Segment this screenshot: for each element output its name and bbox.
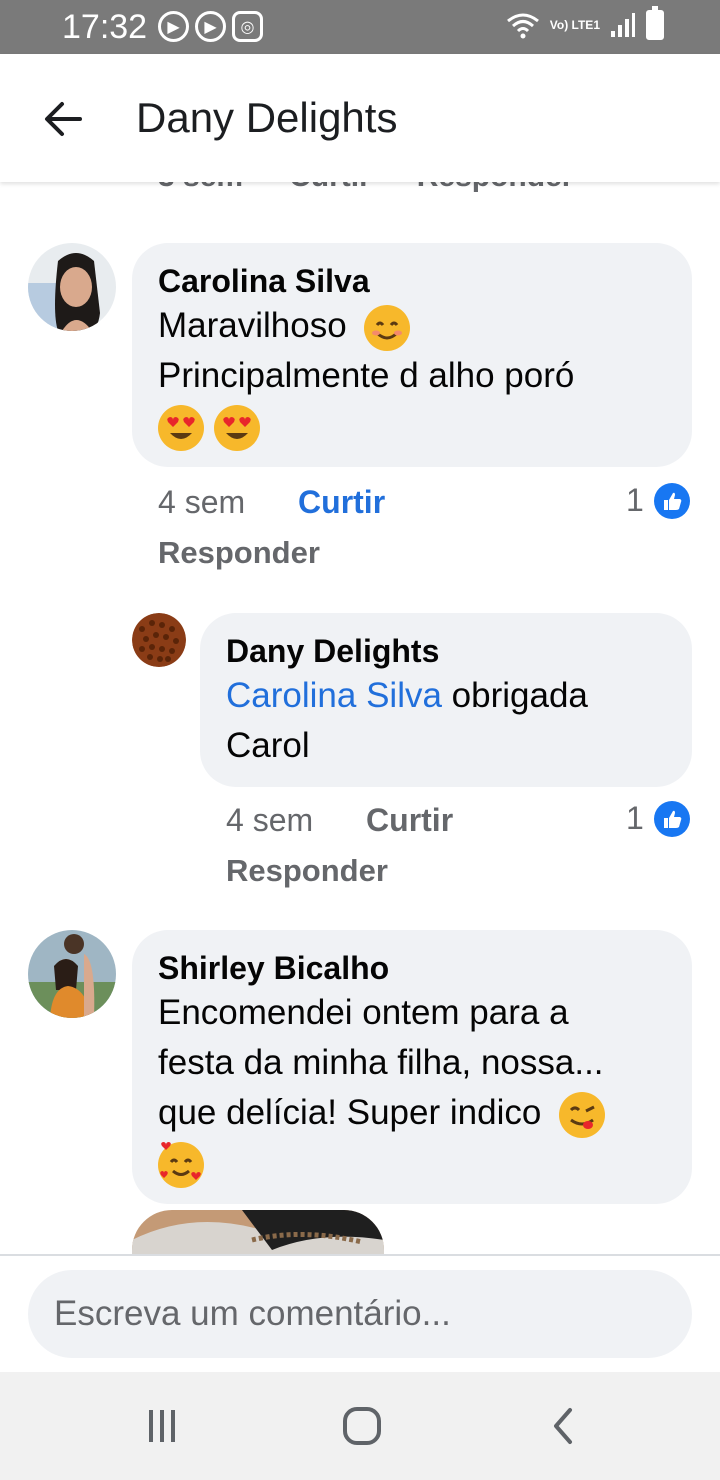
status-time: 17:32 <box>62 8 148 46</box>
comment-text-line: Carol <box>226 726 310 765</box>
back-button[interactable] <box>540 1402 588 1450</box>
network-type: Vo) LTE1 <box>549 18 600 32</box>
thumbs-up-icon <box>653 800 690 837</box>
comment-author[interactable]: Shirley Bicalho <box>158 948 666 988</box>
like-link[interactable]: Curtir <box>366 802 453 838</box>
status-bar: 17:32 ▶ ▶ ◎ Vo) LTE1 <box>0 0 720 54</box>
back-arrow-icon[interactable] <box>40 94 90 144</box>
comment-text-line: festa da minha filha, nossa... <box>158 1043 604 1082</box>
system-icons: Vo) LTE1 <box>506 6 664 40</box>
reply-link[interactable]: Responder <box>417 182 574 194</box>
reaction-summary[interactable]: 1 <box>626 800 690 837</box>
like-link[interactable]: Curtir <box>289 182 371 194</box>
comment-text-line: obrigada <box>441 676 588 715</box>
partial-comment-actions: 3 sem Curtir Responder <box>158 182 573 194</box>
heart-eyes-emoji <box>213 404 260 451</box>
home-icon <box>343 1407 381 1445</box>
recent-apps-icon <box>149 1410 175 1442</box>
comment-text-line: Principalmente d alho poró <box>158 356 575 395</box>
reaction-summary[interactable]: 1 <box>626 482 690 519</box>
back-chevron-icon <box>554 1408 572 1444</box>
reaction-count: 1 <box>626 800 644 836</box>
comment-author[interactable]: Carolina Silva <box>158 261 666 301</box>
avatar[interactable] <box>132 613 186 667</box>
reply-link[interactable]: Responder <box>158 535 320 571</box>
comment-composer <box>0 1254 720 1372</box>
reply-bubble[interactable]: Dany Delights Carolina Silva obrigada Ca… <box>200 613 692 787</box>
avatar[interactable] <box>28 930 116 1018</box>
wifi-icon <box>506 13 539 39</box>
mention-link[interactable]: Carolina Silva <box>226 676 442 715</box>
comment-text-line: que delícia! Super indico <box>158 1093 542 1132</box>
recent-apps-button[interactable] <box>138 1402 186 1450</box>
attached-photo[interactable] <box>132 1210 384 1254</box>
comment-text: Carolina Silva obrigada Carol <box>226 671 666 771</box>
comment-text-line: Encomendei ontem para a <box>158 993 569 1032</box>
play-notification-icon: ▶ <box>195 11 226 42</box>
comment-bubble[interactable]: Shirley Bicalho Encomendei ontem para a … <box>132 930 692 1204</box>
comment-input[interactable] <box>28 1270 692 1358</box>
comment-time: 4 sem <box>158 484 246 520</box>
like-link[interactable]: Curtir <box>298 484 385 520</box>
comment-text: Maravilhoso Principalmente d alho poró <box>158 301 666 451</box>
smiling-face-with-hearts-emoji <box>158 1141 204 1188</box>
avatar[interactable] <box>28 243 116 331</box>
comment-time: 4 sem <box>226 802 314 838</box>
notification-icons: ▶ ▶ ◎ <box>158 11 263 42</box>
reaction-count: 1 <box>626 482 644 518</box>
comment-time: 3 sem <box>158 182 243 194</box>
comment-bubble[interactable]: Carolina Silva Maravilhoso Principalment… <box>132 243 692 467</box>
system-nav-bar <box>0 1372 720 1480</box>
comment-text: Encomendei ontem para a festa da minha f… <box>158 988 666 1188</box>
comment-text-line: Maravilhoso <box>158 306 347 345</box>
comment-actions: 4 sem Curtir <box>158 484 385 521</box>
home-button[interactable] <box>338 1402 386 1450</box>
instagram-icon: ◎ <box>232 11 263 42</box>
reply-link[interactable]: Responder <box>226 853 388 889</box>
battery-icon <box>646 6 664 40</box>
comments-list[interactable]: 3 sem Curtir Responder Carolina Silva Ma… <box>0 182 720 1254</box>
signal-icon <box>611 13 635 37</box>
heart-eyes-emoji <box>158 404 204 451</box>
yum-face-emoji <box>559 1091 606 1138</box>
page-title: Dany Delights <box>136 94 398 141</box>
app-header: Dany Delights <box>0 54 720 182</box>
comment-actions: 4 sem Curtir <box>226 802 453 839</box>
thumbs-up-icon <box>653 482 690 519</box>
smiling-face-emoji <box>364 304 411 351</box>
comment-author[interactable]: Dany Delights <box>226 631 666 671</box>
play-notification-icon: ▶ <box>158 11 189 42</box>
